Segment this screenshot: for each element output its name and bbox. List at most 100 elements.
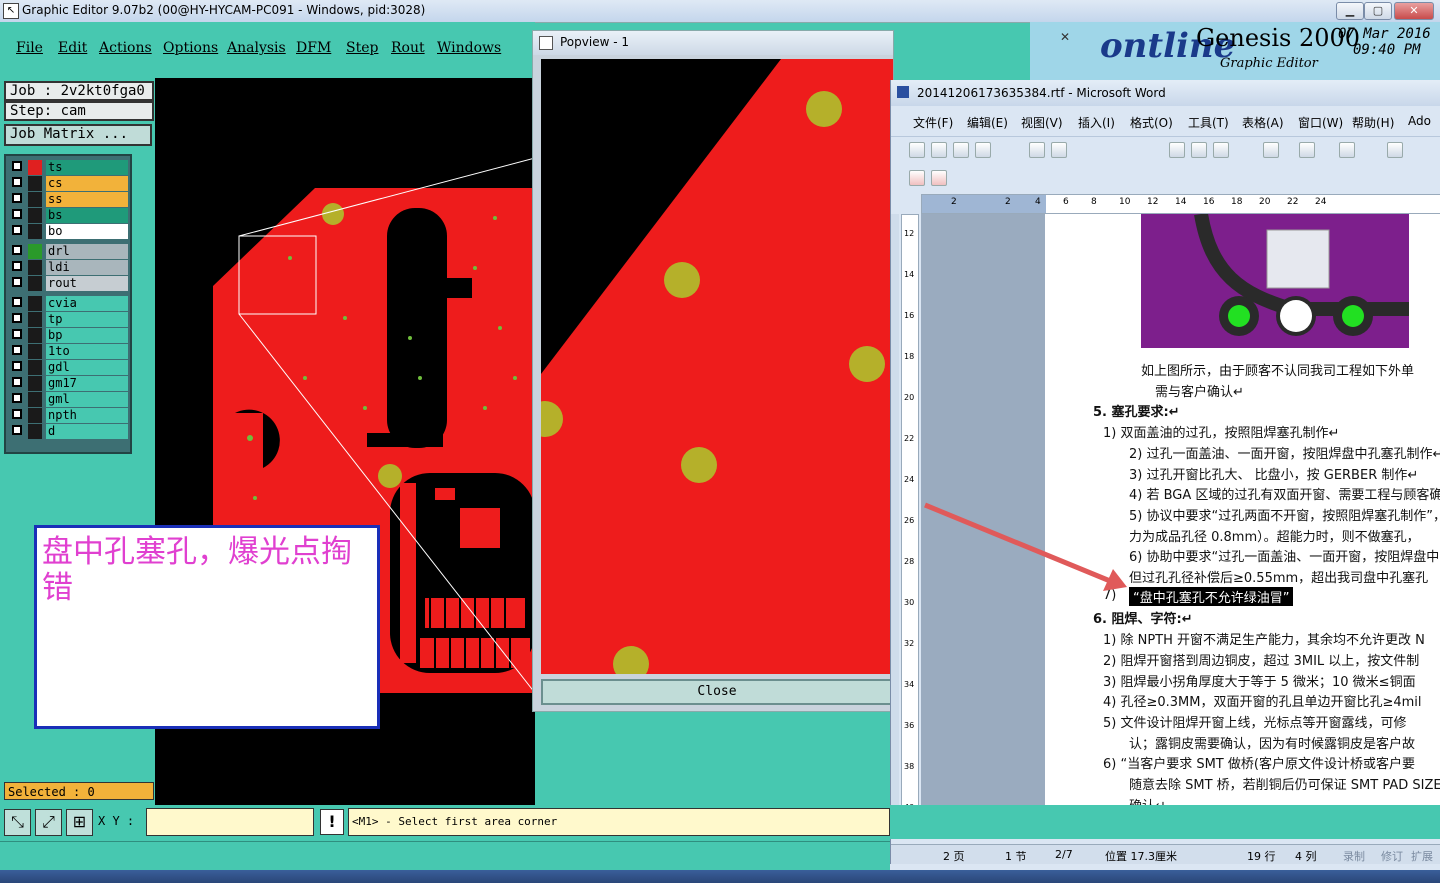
coord-input[interactable]	[146, 808, 314, 836]
job-matrix-button[interactable]: Job Matrix ...	[4, 124, 152, 146]
layer-checkbox[interactable]	[12, 345, 22, 355]
layer-name: npth	[46, 408, 128, 423]
layer-row-rout[interactable]: rout	[10, 276, 128, 291]
doc-line: 随意去除 SMT 桥，若削铜后仍可保证 SMT PAD SIZE	[1129, 778, 1440, 793]
word-menu-adobe[interactable]: Ado	[1408, 114, 1431, 128]
save-icon[interactable]	[953, 142, 969, 158]
layer-checkbox[interactable]	[12, 393, 22, 403]
word-menu-table[interactable]: 表格(A)	[1242, 114, 1284, 131]
redo-icon[interactable]	[1299, 142, 1315, 158]
print-icon[interactable]	[1029, 142, 1045, 158]
layer-row-ts[interactable]: ts	[10, 160, 128, 175]
popview-canvas[interactable]	[541, 59, 893, 674]
ruler-tick-label: 2	[951, 197, 957, 207]
pdf-icon[interactable]	[909, 170, 925, 186]
ruler-tick-label: 22	[1287, 197, 1299, 207]
bottom-message-bar	[0, 841, 890, 868]
layer-color-swatch	[28, 376, 42, 391]
menu-options[interactable]: Options	[163, 40, 218, 56]
zoom-home-icon[interactable]: ⊞	[66, 809, 93, 836]
word-menu-tools[interactable]: 工具(T)	[1188, 114, 1229, 131]
ruler-tick-label: 10	[1119, 197, 1131, 207]
menu-actions[interactable]: Actions	[99, 40, 152, 56]
menu-analysis[interactable]: Analysis	[227, 40, 286, 56]
layer-row-d[interactable]: d	[10, 424, 128, 439]
popview-close-button[interactable]: Close	[541, 679, 893, 705]
layer-row-drl[interactable]: drl	[10, 244, 128, 259]
layer-checkbox[interactable]	[12, 261, 22, 271]
layer-checkbox[interactable]	[12, 297, 22, 307]
tables-icon[interactable]	[1387, 142, 1403, 158]
layer-checkbox[interactable]	[12, 193, 22, 203]
layer-row-cvia[interactable]: cvia	[10, 296, 128, 311]
layer-row-bp[interactable]: bp	[10, 328, 128, 343]
layer-row-cs[interactable]: cs	[10, 176, 128, 191]
word-status-item: 扩展	[1411, 850, 1433, 863]
copy-icon[interactable]	[1191, 142, 1207, 158]
layer-checkbox[interactable]	[12, 377, 22, 387]
layer-row-gm17[interactable]: gm17	[10, 376, 128, 391]
word-menu-insert[interactable]: 插入(I)	[1078, 114, 1115, 131]
cut-icon[interactable]	[1169, 142, 1185, 158]
zoom-area-icon[interactable]: ⤡	[4, 809, 31, 836]
word-menu-window[interactable]: 窗口(W)	[1298, 114, 1343, 131]
layer-checkbox[interactable]	[12, 329, 22, 339]
layer-checkbox[interactable]	[12, 409, 22, 419]
zoom-back-icon[interactable]: ⤢	[35, 809, 62, 836]
alert-icon[interactable]: !	[320, 809, 344, 835]
open-icon[interactable]	[931, 142, 947, 158]
layer-checkbox[interactable]	[12, 161, 22, 171]
new-doc-icon[interactable]	[909, 142, 925, 158]
print-preview-icon[interactable]	[1051, 142, 1067, 158]
vruler-tick-label: 20	[904, 393, 915, 402]
ruler-tick-label: 4	[1035, 197, 1041, 207]
layer-row-ss[interactable]: ss	[10, 192, 128, 207]
vertical-scrollbar[interactable]	[891, 214, 899, 826]
word-menu-edit[interactable]: 编辑(E)	[967, 114, 1008, 131]
vruler-tick-label: 28	[904, 557, 915, 566]
layer-checkbox[interactable]	[12, 313, 22, 323]
layer-row-npth[interactable]: npth	[10, 408, 128, 423]
layer-row-1to[interactable]: 1to	[10, 344, 128, 359]
vruler-tick-label: 18	[904, 352, 915, 361]
paste-icon[interactable]	[1213, 142, 1229, 158]
layer-checkbox[interactable]	[12, 177, 22, 187]
time-display: 09:40 PM	[1353, 42, 1421, 58]
minimize-button[interactable]: ▁	[1336, 2, 1364, 20]
layer-row-tp[interactable]: tp	[10, 312, 128, 327]
word-menu-format[interactable]: 格式(O)	[1130, 114, 1173, 131]
vruler-tick-label: 12	[904, 229, 915, 238]
layer-row-bs[interactable]: bs	[10, 208, 128, 223]
menu-file[interactable]: File	[16, 40, 43, 56]
permission-icon[interactable]	[975, 142, 991, 158]
layer-checkbox[interactable]	[12, 209, 22, 219]
close-button[interactable]: ✕	[1394, 2, 1434, 20]
layer-checkbox[interactable]	[12, 225, 22, 235]
layer-checkbox[interactable]	[12, 245, 22, 255]
popview-title: Popview - 1	[560, 35, 629, 49]
word-menu-view[interactable]: 视图(V)	[1021, 114, 1063, 131]
menu-step[interactable]: Step	[346, 40, 378, 56]
layer-checkbox[interactable]	[12, 361, 22, 371]
maximize-button[interactable]: ▢	[1364, 2, 1392, 20]
layer-row-ldi[interactable]: ldi	[10, 260, 128, 275]
word-menu-help[interactable]: 帮助(H)	[1352, 114, 1394, 131]
undo-icon[interactable]	[1263, 142, 1279, 158]
layer-row-gdl[interactable]: gdl	[10, 360, 128, 375]
menu-rout[interactable]: Rout	[391, 40, 425, 56]
pdf-comment-icon[interactable]	[931, 170, 947, 186]
word-menu-file[interactable]: 文件(F)	[913, 114, 953, 131]
layer-row-bo[interactable]: bo	[10, 224, 128, 239]
layer-checkbox[interactable]	[12, 425, 22, 435]
popview-window: Popview - 1 Close	[532, 30, 894, 712]
word-status-item: 位置 17.3厘米	[1105, 850, 1177, 863]
menu-dfm[interactable]: DFM	[296, 40, 331, 56]
word-window: 20141206173635384.rtf - Microsoft Word 文…	[890, 80, 1440, 883]
popview-close-icon-x[interactable]: ✕	[1048, 30, 1082, 44]
layer-row-gml[interactable]: gml	[10, 392, 128, 407]
menu-windows[interactable]: Windows	[437, 40, 501, 56]
hyperlink-icon[interactable]	[1339, 142, 1355, 158]
layer-color-swatch	[28, 424, 42, 439]
menu-edit[interactable]: Edit	[58, 40, 87, 56]
layer-checkbox[interactable]	[12, 277, 22, 287]
